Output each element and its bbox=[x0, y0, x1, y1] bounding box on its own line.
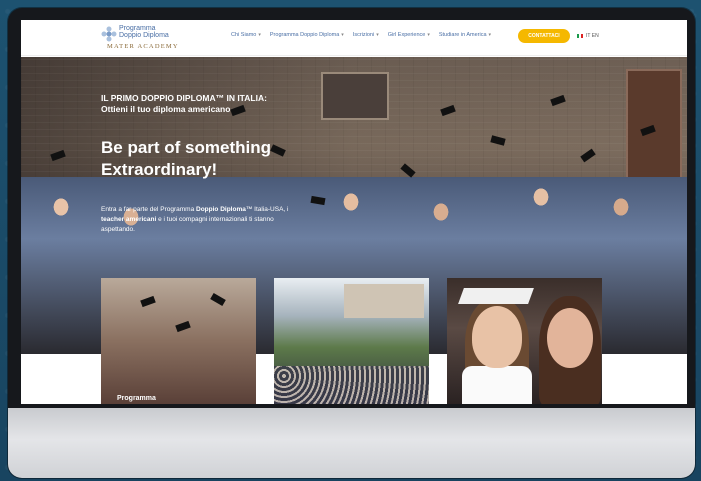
italy-flag-icon bbox=[577, 34, 583, 38]
language-switcher[interactable]: IT EN bbox=[577, 33, 599, 39]
building-window bbox=[321, 72, 389, 120]
program-card-photo-2[interactable] bbox=[274, 278, 429, 404]
chevron-down-icon: ▾ bbox=[258, 32, 261, 38]
building-door bbox=[626, 69, 682, 179]
chevron-down-icon: ▾ bbox=[427, 32, 430, 38]
hero-description: Entra a far parte del Programma Doppio D… bbox=[101, 206, 289, 233]
logo-line-3: MATER ACADEMY bbox=[107, 43, 179, 50]
contact-button[interactable]: CONTATTACI bbox=[518, 29, 570, 43]
logo-line-2: Doppio Diploma bbox=[119, 32, 169, 39]
graduate-face bbox=[472, 306, 522, 368]
castle-building bbox=[344, 284, 424, 318]
graduation-cap-icon bbox=[140, 295, 156, 308]
graduation-cap-icon bbox=[175, 320, 191, 333]
hero-eyebrow: IL PRIMO DOPPIO DIPLOMA™ IN ITALIA: Otti… bbox=[101, 93, 267, 114]
chevron-down-icon: ▾ bbox=[376, 32, 379, 38]
language-label: IT EN bbox=[586, 33, 599, 39]
menu-item-girl-experience[interactable]: Girl Experience ▾ bbox=[388, 32, 430, 38]
top-navigation: Programma Doppio Diploma MATER ACADEMY C… bbox=[21, 20, 687, 56]
hero-headline: Be part of something Extraordinary! bbox=[101, 138, 272, 179]
chevron-down-icon: ▾ bbox=[488, 32, 492, 38]
main-menu: Chi Siamo ▾ Programma Doppio Diploma ▾ Isc… bbox=[231, 32, 491, 38]
menu-item-iscrizioni[interactable]: Iscrizioni ▾ bbox=[353, 32, 379, 38]
chevron-down-icon: ▾ bbox=[341, 32, 344, 38]
laptop-base bbox=[8, 408, 695, 478]
audience-seats bbox=[274, 366, 429, 404]
site-logo[interactable]: Programma Doppio Diploma MATER ACADEMY bbox=[101, 24, 196, 52]
website-screen: Programma Doppio Diploma MATER ACADEMY C… bbox=[21, 20, 687, 404]
flower-logo-icon bbox=[101, 26, 117, 42]
graduation-hat-icon bbox=[458, 288, 534, 304]
program-card-photo-1[interactable]: Programma bbox=[101, 278, 256, 404]
menu-item-chi-siamo[interactable]: Chi Siamo ▾ bbox=[231, 32, 261, 38]
graduate-gown bbox=[462, 366, 532, 404]
menu-item-programma[interactable]: Programma Doppio Diploma ▾ bbox=[270, 32, 344, 38]
menu-item-studiare-in-america[interactable]: Studiare in America ▾ bbox=[439, 32, 491, 38]
laptop-frame: Programma Doppio Diploma MATER ACADEMY C… bbox=[8, 8, 695, 478]
card-label: Programma bbox=[117, 395, 156, 402]
friend-face bbox=[547, 308, 593, 368]
graduation-cap-icon bbox=[210, 292, 226, 307]
program-card-photo-3[interactable] bbox=[447, 278, 602, 404]
